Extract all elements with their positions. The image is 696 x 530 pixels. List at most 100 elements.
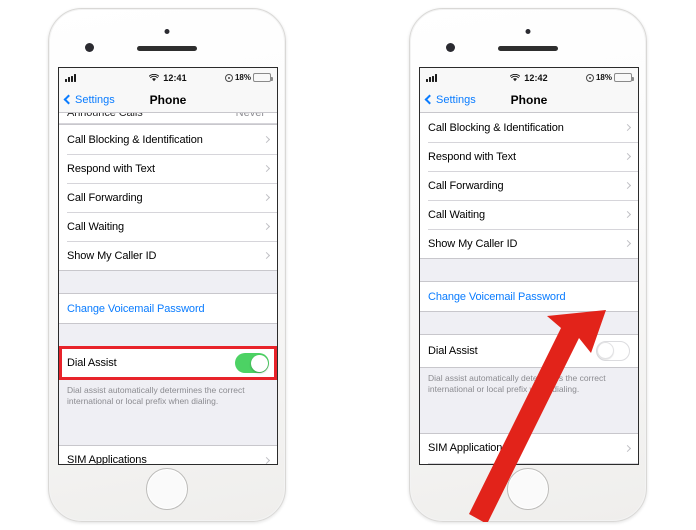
table-row[interactable]: Call Blocking & Identification — [59, 125, 277, 154]
table-row[interactable]: Call Waiting — [420, 200, 638, 229]
iphone-device-left: 12:41 18% Settings Phone Announce Calls … — [48, 8, 286, 522]
call-settings-group: Call Blocking & Identification Respond w… — [420, 113, 638, 259]
row-label: Call Forwarding — [67, 191, 143, 204]
table-row[interactable]: Call Blocking & Identification — [420, 113, 638, 142]
row-label: Show My Caller ID — [67, 249, 157, 262]
low-power-mode-icon — [585, 73, 594, 82]
row-label: Call Waiting — [428, 208, 486, 221]
voicemail-group: Change Voicemail Password — [420, 281, 638, 312]
sim-group: SIM Applications SIM PIN — [59, 444, 277, 465]
table-row[interactable]: SIM Applications — [59, 445, 277, 465]
table-row[interactable]: Respond with Text — [420, 142, 638, 171]
table-row[interactable]: SIM PIN — [420, 462, 638, 464]
sim-group: SIM Applications SIM PIN — [420, 432, 638, 464]
chevron-right-icon — [623, 444, 632, 452]
dial-assist-toggle[interactable] — [235, 353, 269, 373]
list-item-partial-announce-calls[interactable]: Announce Calls Never — [59, 113, 277, 124]
row-label: Respond with Text — [428, 150, 516, 163]
chevron-right-icon — [262, 222, 271, 231]
section-gap — [59, 271, 277, 293]
section-gap — [59, 414, 277, 445]
chevron-right-icon — [262, 456, 271, 464]
change-voicemail-password-button[interactable]: Change Voicemail Password — [420, 282, 638, 311]
row-label: Dial Assist — [428, 345, 478, 357]
proximity-sensor-icon — [164, 29, 170, 34]
chevron-left-icon — [424, 94, 435, 105]
home-button[interactable] — [507, 468, 549, 510]
dial-assist-toggle[interactable] — [596, 341, 630, 361]
battery-icon — [253, 73, 273, 82]
back-button-label: Settings — [75, 93, 115, 106]
row-label: Call Blocking & Identification — [67, 133, 203, 146]
table-row[interactable]: Show My Caller ID — [59, 241, 277, 270]
section-gap — [420, 259, 638, 281]
proximity-sensor-icon — [525, 29, 531, 34]
wifi-icon — [510, 73, 521, 81]
table-row[interactable]: Show My Caller ID — [420, 229, 638, 258]
chevron-left-icon — [63, 94, 74, 105]
chevron-right-icon — [623, 181, 632, 190]
row-label: SIM Applications — [428, 442, 508, 455]
back-button-label: Settings — [436, 93, 476, 106]
battery-icon — [614, 73, 634, 82]
table-row[interactable]: Call Forwarding — [59, 183, 277, 212]
chevron-right-icon — [262, 251, 271, 260]
chevron-right-icon — [623, 210, 632, 219]
section-gap — [59, 324, 277, 346]
chevron-right-icon — [623, 239, 632, 248]
screenshot-stage: 12:41 18% Settings Phone Announce Calls … — [0, 0, 696, 530]
back-to-settings-button[interactable]: Settings — [424, 93, 476, 106]
low-power-mode-icon — [224, 73, 233, 82]
earpiece-speaker-icon — [498, 46, 558, 51]
status-time: 12:42 — [524, 72, 548, 83]
row-label: Show My Caller ID — [428, 237, 518, 250]
dial-assist-row[interactable]: Dial Assist — [59, 347, 277, 379]
row-label: Change Voicemail Password — [428, 290, 566, 303]
dial-assist-group: Dial Assist — [59, 346, 277, 380]
phone-screen-right: 12:42 18% Settings Phone Call Blocking &… — [419, 67, 639, 465]
toggle-knob — [250, 354, 268, 372]
earpiece-speaker-icon — [137, 46, 197, 51]
row-label: SIM Applications — [67, 454, 147, 465]
chevron-right-icon — [623, 152, 632, 161]
table-row[interactable]: Call Waiting — [59, 212, 277, 241]
status-bar: 12:42 18% — [420, 68, 638, 87]
section-gap — [420, 312, 638, 334]
status-time: 12:41 — [163, 72, 187, 83]
row-label: Dial Assist — [67, 357, 117, 369]
settings-list-left[interactable]: Announce Calls Never Call Blocking & Ide… — [59, 113, 277, 465]
home-button[interactable] — [146, 468, 188, 510]
settings-list-right[interactable]: Call Blocking & Identification Respond w… — [420, 113, 638, 464]
row-label: Call Blocking & Identification — [428, 121, 564, 134]
iphone-device-right: 12:42 18% Settings Phone Call Blocking &… — [409, 8, 647, 522]
front-camera-icon — [446, 43, 455, 52]
front-camera-icon — [85, 43, 94, 52]
table-row[interactable]: Call Forwarding — [420, 171, 638, 200]
navigation-bar: Settings Phone — [59, 87, 277, 113]
dial-assist-row[interactable]: Dial Assist — [420, 335, 638, 367]
chevron-right-icon — [623, 123, 632, 132]
status-bar: 12:41 18% — [59, 68, 277, 87]
navigation-bar: Settings Phone — [420, 87, 638, 113]
table-row[interactable]: Respond with Text — [59, 154, 277, 183]
row-label: Respond with Text — [67, 162, 155, 175]
phone-screen-left: 12:41 18% Settings Phone Announce Calls … — [58, 67, 278, 465]
dial-assist-footnote: Dial assist automatically determines the… — [420, 368, 638, 403]
voicemail-group: Change Voicemail Password — [59, 293, 277, 324]
status-center: 12:42 — [420, 73, 638, 83]
status-center: 12:41 — [59, 73, 277, 83]
back-to-settings-button[interactable]: Settings — [63, 93, 115, 106]
toggle-knob — [597, 342, 614, 359]
chevron-right-icon — [262, 135, 271, 144]
change-voicemail-password-button[interactable]: Change Voicemail Password — [59, 294, 277, 323]
dial-assist-group: Dial Assist — [420, 334, 638, 368]
chevron-right-icon — [262, 193, 271, 202]
section-gap — [420, 402, 638, 433]
row-label: Call Forwarding — [428, 179, 504, 192]
dial-assist-footnote: Dial assist automatically determines the… — [59, 380, 277, 415]
row-label: Call Waiting — [67, 220, 125, 233]
call-settings-group: Call Blocking & Identification Respond w… — [59, 124, 277, 271]
wifi-icon — [149, 73, 160, 81]
table-row[interactable]: SIM Applications — [420, 433, 638, 463]
row-label: Change Voicemail Password — [67, 302, 205, 315]
